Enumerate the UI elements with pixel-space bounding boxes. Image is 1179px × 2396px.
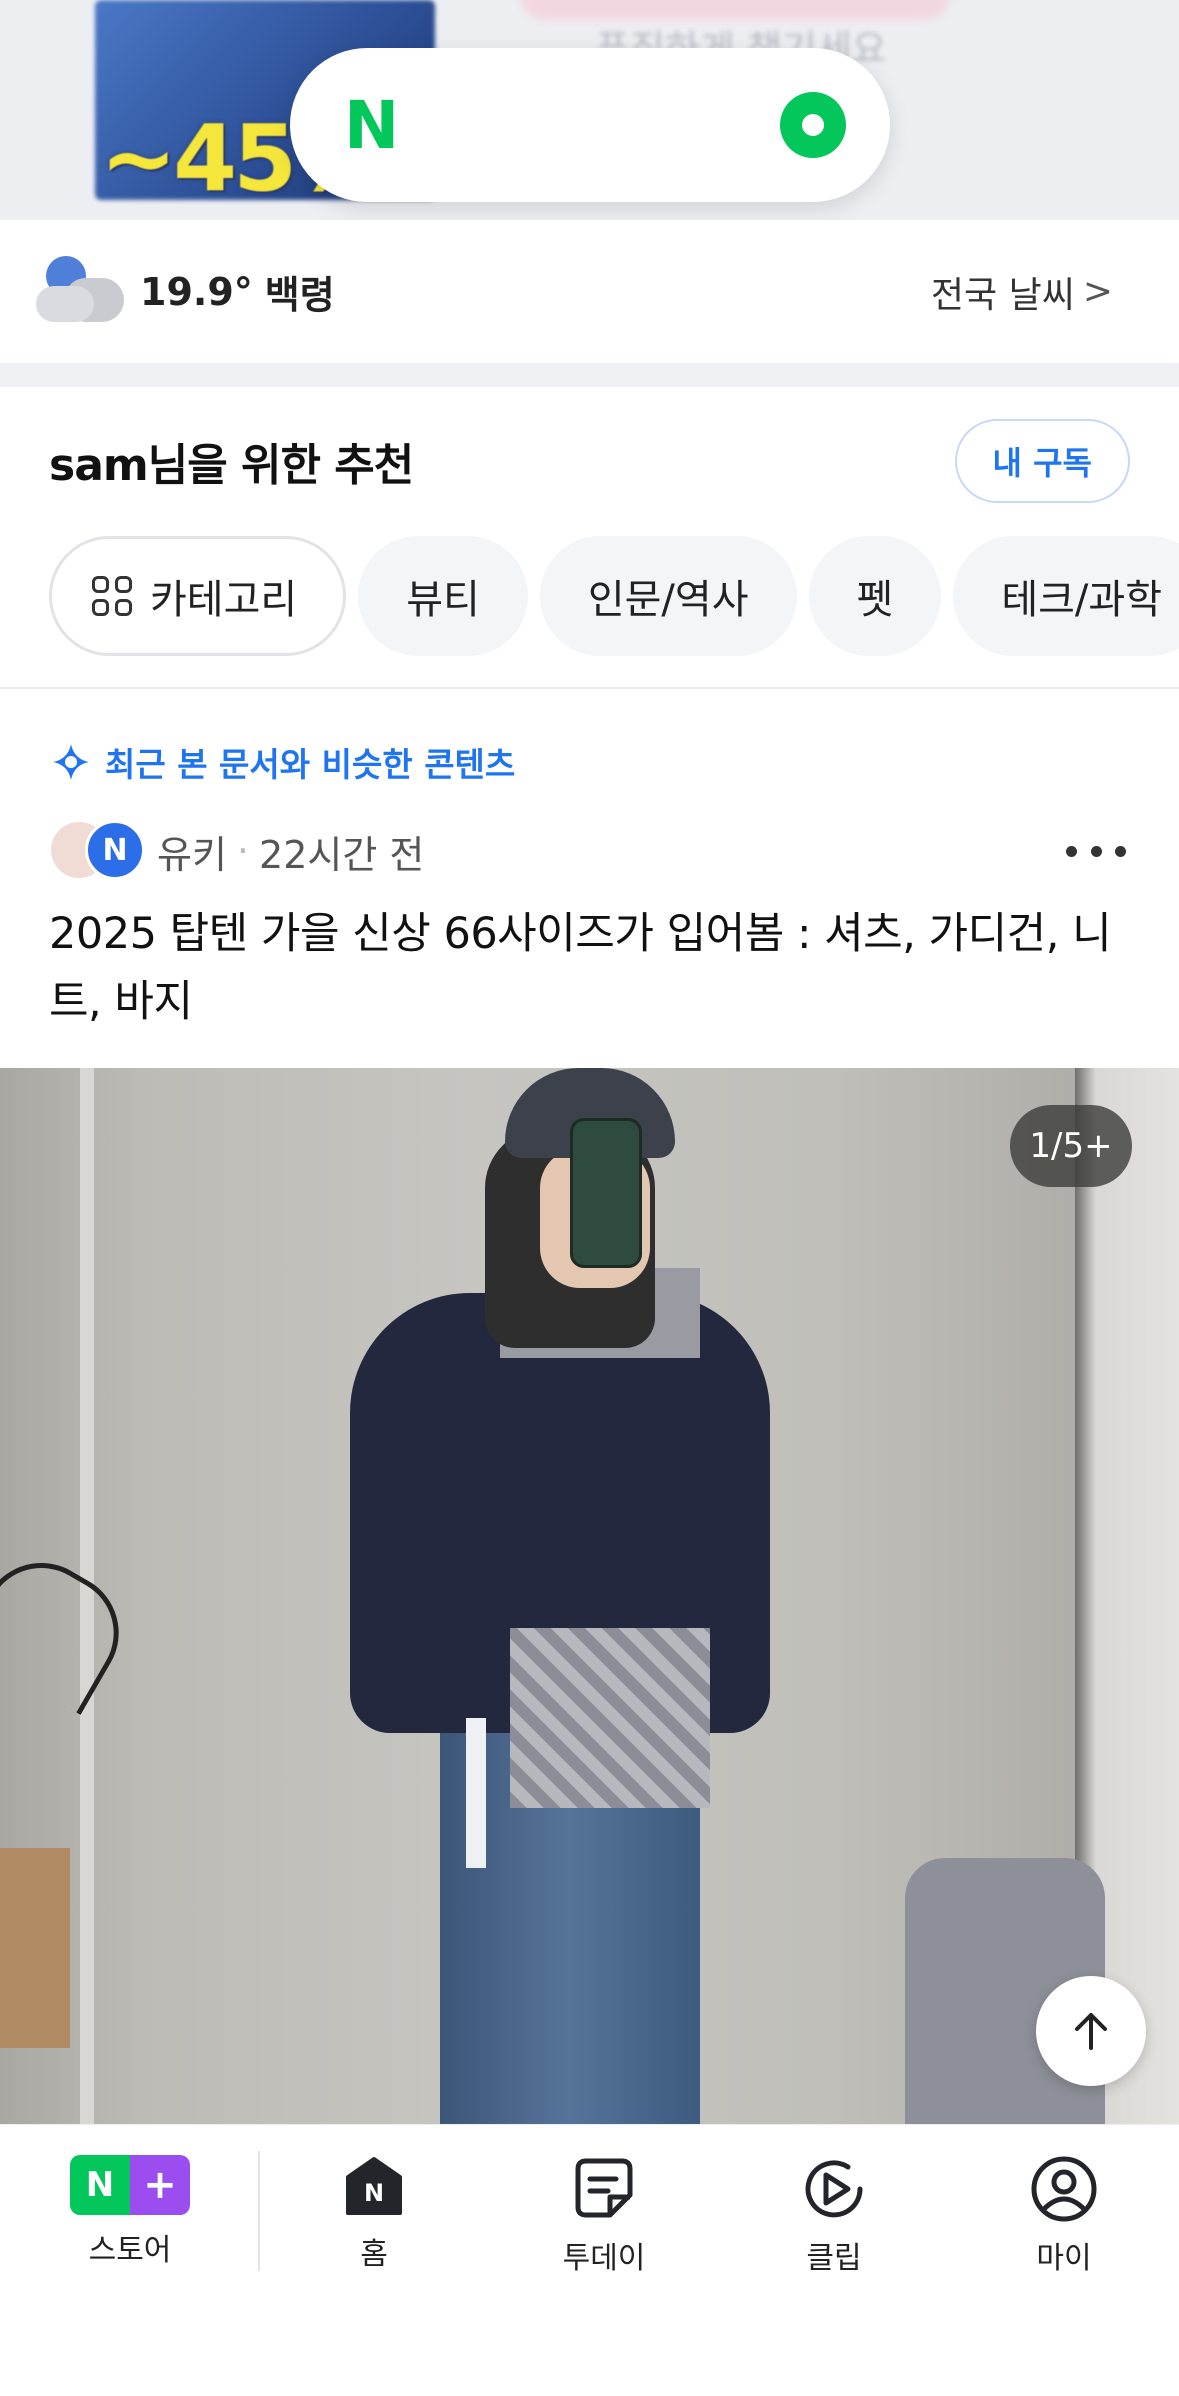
chips-divider — [0, 687, 1179, 689]
national-weather-link[interactable]: 전국 날씨 > — [931, 266, 1113, 318]
today-icon — [575, 2158, 633, 2218]
post-title[interactable]: 2025 탑텐 가을 신상 66사이즈가 입어봄 : 셔츠, 가디건, 니트, … — [49, 900, 1129, 1036]
chip-label: 카테고리 — [150, 577, 298, 623]
arrow-up-icon — [1075, 2013, 1107, 2050]
post-time: 22시간 전 — [259, 832, 425, 877]
grid-icon — [92, 576, 132, 616]
image-page-counter: 1/5+ — [1010, 1105, 1132, 1187]
similar-content-text: 최근 본 문서와 비슷한 콘텐츠 — [105, 745, 516, 784]
sparkle-icon — [49, 740, 93, 784]
similar-content-label: 최근 본 문서와 비슷한 콘텐츠 — [49, 738, 515, 786]
search-bar[interactable]: N — [290, 48, 890, 202]
nav-store[interactable]: N + 스토어 — [40, 2155, 220, 2269]
nav-label: 마이 — [1036, 2241, 1092, 2276]
moon-cloud-icon — [34, 252, 130, 332]
chip-humanities-history[interactable]: 인문/역사 — [539, 536, 797, 656]
nav-clip[interactable]: 클립 — [744, 2155, 924, 2277]
chevron-right-icon: > — [1082, 271, 1113, 312]
nav-label: 투데이 — [562, 2241, 646, 2276]
nav-label: 스토어 — [88, 2233, 172, 2268]
clip-play-icon — [805, 2160, 863, 2218]
national-weather-label: 전국 날씨 — [930, 274, 1075, 316]
naver-logo-icon: N — [344, 86, 399, 164]
weather-bar: 19.9° 백령 전국 날씨 > — [0, 220, 1179, 363]
scroll-to-top-button[interactable] — [1036, 1976, 1146, 2086]
chip-tech-science[interactable]: 테크/과학 — [953, 536, 1179, 656]
weather-location: 백령 — [264, 273, 335, 317]
category-chips: 카테고리 뷰티 인문/역사 펫 테크/과학 — [49, 536, 1179, 656]
chip-category[interactable]: 카테고리 — [49, 536, 347, 656]
weather-summary[interactable]: 19.9° 백령 — [34, 252, 335, 332]
profile-icon — [1031, 2156, 1097, 2222]
nav-label: 클립 — [806, 2241, 862, 2276]
post-image[interactable] — [0, 1068, 1179, 2124]
recommend-header: sam님을 위한 추천 내 구독 — [0, 387, 1179, 535]
nav-my[interactable]: 마이 — [974, 2155, 1154, 2277]
naver-badge-icon: N — [85, 820, 145, 880]
author-name: 유키 — [157, 832, 227, 877]
chip-beauty[interactable]: 뷰티 — [358, 536, 528, 656]
nav-today[interactable]: 투데이 — [514, 2155, 694, 2277]
weather-temperature: 19.9° — [140, 269, 253, 314]
section-divider — [0, 363, 1179, 387]
author-row[interactable]: N 유키 · 22시간 전 — [49, 818, 424, 884]
nav-label: 홈 — [360, 2237, 388, 2272]
banner-decoration — [520, 0, 950, 20]
svg-text:N: N — [364, 2179, 384, 2207]
bottom-navigation: N + 스토어 N 홈 투데이 클립 마이 — [0, 2124, 1179, 2396]
naver-plus-store-icon: N + — [70, 2155, 190, 2215]
more-options-icon[interactable] — [1066, 836, 1126, 866]
dot-separator: · — [236, 829, 250, 873]
chip-pet[interactable]: 펫 — [808, 536, 942, 656]
nav-home[interactable]: N 홈 — [284, 2155, 464, 2273]
my-subscription-button[interactable]: 내 구독 — [954, 419, 1130, 503]
recommend-title: sam님을 위한 추천 — [49, 440, 414, 491]
green-dot-icon[interactable] — [780, 92, 846, 158]
home-icon: N — [346, 2157, 402, 2215]
nav-divider — [258, 2151, 260, 2271]
author-avatar: N — [49, 818, 149, 884]
